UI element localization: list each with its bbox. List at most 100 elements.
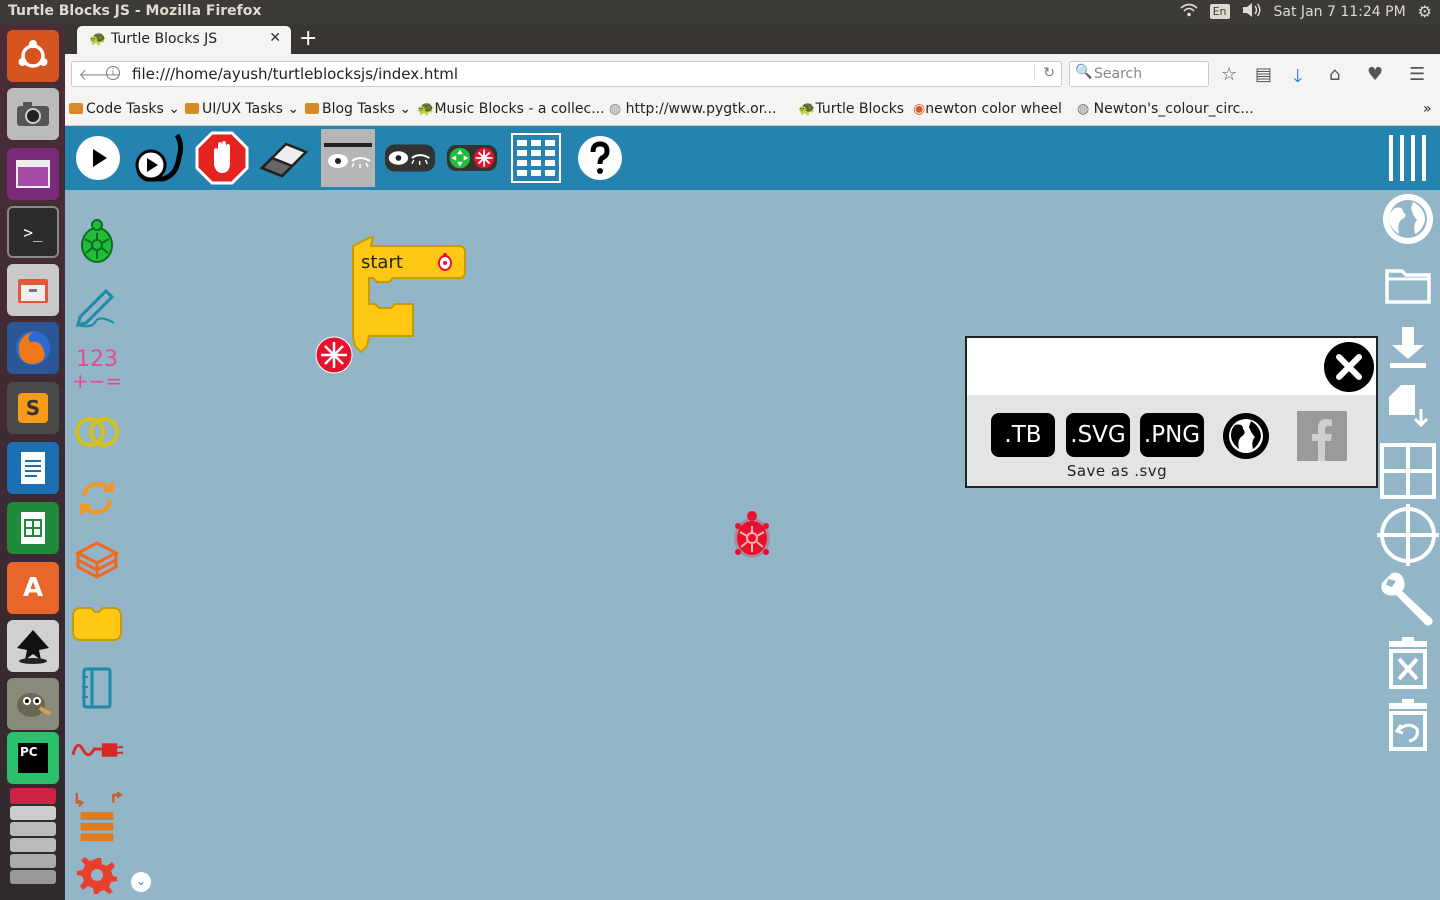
save-stack-button[interactable] xyxy=(1377,378,1439,436)
palette-sensors[interactable] xyxy=(71,724,123,776)
palette-boolean[interactable] xyxy=(71,406,123,458)
folder-icon xyxy=(305,103,319,114)
help-button[interactable] xyxy=(573,131,627,185)
turtle-favicon-icon: 🐢 xyxy=(798,101,816,117)
run-fast-button[interactable] xyxy=(71,131,125,185)
start-block-label: start xyxy=(361,252,403,273)
bookmark-newtons-colour-circle[interactable]: ◍ Newton's_colour_circ... xyxy=(1077,101,1254,117)
volume-icon[interactable] xyxy=(1242,2,1262,21)
libreoffice-calc-icon[interactable] xyxy=(7,502,59,554)
settings-wrench-button[interactable] xyxy=(1377,570,1439,628)
run-slow-button[interactable] xyxy=(133,131,187,185)
restore-trash-button[interactable] xyxy=(1377,696,1439,754)
bookmark-newton-color-wheel[interactable]: ◉newton color wheel xyxy=(913,101,1062,117)
bookmark-star-icon[interactable]: ☆ xyxy=(1221,64,1237,85)
save-dialog: .TB .SVG .PNG Save as .svg xyxy=(965,336,1378,488)
main-toolbar xyxy=(65,126,1440,190)
reading-list-icon[interactable]: ▤ xyxy=(1255,64,1272,85)
menu-toggle-button[interactable] xyxy=(1381,131,1435,185)
palette-action[interactable] xyxy=(71,598,123,650)
bookmark-folder-uiux-tasks[interactable]: UI/UX Tasks ⌄ xyxy=(185,101,299,117)
clear-eraser-button[interactable] xyxy=(257,131,311,185)
number-palette-top-label: 123 xyxy=(76,347,118,372)
navigation-bar: 🡐 i file:///home/ayush/turtleblocksjs/in… xyxy=(65,54,1440,94)
sublime-text-icon[interactable]: S xyxy=(7,382,59,434)
downloads-icon[interactable]: 🡓 xyxy=(1293,64,1302,94)
info-icon[interactable]: i xyxy=(106,66,120,80)
polar-grid-button[interactable] xyxy=(1377,504,1439,566)
clock[interactable]: Sat Jan 7 11:24 PM xyxy=(1274,4,1406,20)
number-palette-bottom-label: +−= xyxy=(71,369,123,393)
bookmark-pygtk[interactable]: ◍ http://www.pygtk.or... xyxy=(609,101,777,117)
close-icon[interactable] xyxy=(1323,341,1375,397)
planet-globe-button[interactable] xyxy=(1377,190,1439,248)
palette-turtle[interactable] xyxy=(71,218,123,270)
palette-pen[interactable] xyxy=(71,282,123,334)
close-tab-icon[interactable]: ✕ xyxy=(269,30,281,46)
menu-icon[interactable]: ☰ xyxy=(1409,64,1425,85)
globe-favicon-icon: ◍ xyxy=(609,101,622,117)
upload-to-planet-globe-icon[interactable] xyxy=(1221,411,1271,465)
stacked-apps-icon[interactable] xyxy=(7,776,59,896)
turtle-sprite-icon[interactable] xyxy=(727,506,777,570)
collapse-start-icon[interactable] xyxy=(315,336,353,378)
tab-turtle-blocks[interactable]: 🐢 Turtle Blocks JS ✕ xyxy=(77,26,291,54)
ubuntu-dash-icon[interactable] xyxy=(7,30,59,82)
wikipedia-favicon-icon: ◍ xyxy=(1077,101,1090,117)
home-icon[interactable]: ⌂ xyxy=(1329,64,1340,85)
pocket-icon[interactable]: ♥ xyxy=(1367,64,1383,85)
cartesian-grid-button[interactable] xyxy=(1377,442,1439,500)
new-tab-button[interactable]: + xyxy=(299,26,317,51)
stop-button[interactable] xyxy=(195,131,249,185)
save-dialog-header xyxy=(967,338,1376,395)
palette-boxes[interactable] xyxy=(71,534,123,586)
search-placeholder: Search xyxy=(1094,66,1143,82)
palette-number[interactable]: 123 +−= xyxy=(71,344,123,396)
libreoffice-writer-icon[interactable] xyxy=(7,442,59,494)
software-center-icon[interactable]: A xyxy=(7,562,59,614)
bookmark-folder-blog-tasks[interactable]: Blog Tasks ⌄ xyxy=(305,101,411,117)
url-text[interactable]: file:///home/ayush/turtleblocksjs/index.… xyxy=(132,65,458,83)
workspace-switcher-icon[interactable] xyxy=(7,148,59,200)
open-file-button[interactable] xyxy=(1377,256,1439,314)
search-input[interactable]: 🔍 Search xyxy=(1069,61,1209,87)
grid-button[interactable] xyxy=(509,131,563,185)
turtle-favicon-icon: 🐢 xyxy=(417,101,435,117)
save-svg-button[interactable]: .SVG xyxy=(1066,413,1130,457)
collapse-blocks-button[interactable] xyxy=(383,131,437,185)
save-download-button[interactable] xyxy=(1377,318,1439,376)
folder-icon xyxy=(69,103,83,114)
save-png-button[interactable]: .PNG xyxy=(1140,413,1204,457)
system-top-panel: Turtle Blocks JS - Mozilla Firefox En Sa… xyxy=(0,0,1440,24)
system-tray: En Sat Jan 7 11:24 PM ⚙ xyxy=(1180,2,1432,21)
save-dialog-caption: Save as .svg xyxy=(1066,462,1168,480)
bookmark-music-blocks[interactable]: 🐢Music Blocks - a collec... xyxy=(417,101,605,117)
save-tb-button[interactable]: .TB xyxy=(991,413,1055,457)
bookmarks-overflow-icon[interactable]: » xyxy=(1423,101,1432,117)
hide-blocks-button[interactable] xyxy=(321,129,375,187)
terminal-icon[interactable]: >_ xyxy=(7,206,59,258)
camera-app-icon[interactable] xyxy=(7,88,59,140)
share-facebook-icon xyxy=(1297,411,1347,465)
gimp-icon[interactable] xyxy=(7,678,59,730)
palette-flow[interactable] xyxy=(71,472,123,524)
home-turtle-button[interactable] xyxy=(445,131,499,185)
bookmark-turtle-blocks[interactable]: 🐢Turtle Blocks xyxy=(798,101,904,117)
palette-media[interactable] xyxy=(71,662,123,714)
firefox-icon[interactable] xyxy=(7,322,59,374)
palette-extras[interactable] xyxy=(71,788,123,848)
keyboard-layout-indicator[interactable]: En xyxy=(1209,4,1230,19)
delete-trash-button[interactable] xyxy=(1377,634,1439,692)
unity-launcher: >_ S A PC xyxy=(0,24,65,900)
file-manager-icon[interactable] xyxy=(7,264,59,316)
reload-icon[interactable]: ↻ xyxy=(1034,65,1055,81)
palette-settings[interactable] xyxy=(71,850,123,900)
url-bar[interactable]: 🡐 i file:///home/ayush/turtleblocksjs/in… xyxy=(71,61,1062,87)
tab-title: Turtle Blocks JS xyxy=(111,31,218,47)
palette-scroll-down-icon[interactable]: ⌄ xyxy=(131,872,151,892)
wifi-icon[interactable] xyxy=(1180,3,1198,21)
inkscape-icon[interactable] xyxy=(7,620,59,672)
folder-icon xyxy=(185,103,199,114)
gear-icon[interactable]: ⚙ xyxy=(1418,2,1432,21)
bookmark-folder-code-tasks[interactable]: Code Tasks ⌄ xyxy=(69,101,180,117)
